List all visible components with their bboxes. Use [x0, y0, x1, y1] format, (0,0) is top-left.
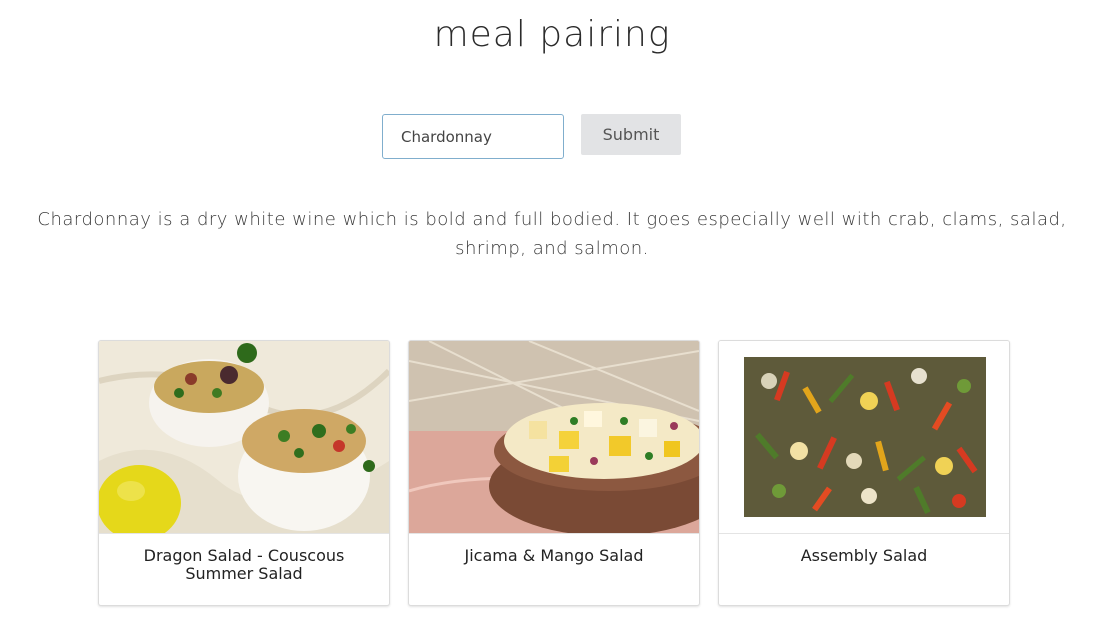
recipe-card[interactable]: Assembly Salad	[718, 340, 1010, 606]
submit-button[interactable]: Submit	[581, 114, 681, 155]
recipe-title: Dragon Salad - Couscous Summer Salad	[143, 546, 345, 583]
pairing-description: Chardonnay is a dry white wine which is …	[37, 209, 1067, 259]
recipe-card[interactable]: Dragon Salad - Couscous Summer Salad	[98, 340, 390, 606]
couscous-salad-photo	[99, 341, 389, 534]
recipe-title: Assembly Salad	[800, 546, 928, 565]
wine-search-input[interactable]	[382, 114, 564, 159]
page-title: meal pairing	[433, 14, 671, 55]
page: meal pairing Submit Chardonnay is a dry …	[0, 0, 1114, 622]
recipe-card-list: Dragon Salad - Couscous Summer Salad Jic…	[98, 340, 1010, 606]
jicama-mango-salad-photo	[409, 341, 699, 534]
recipe-title: Jicama & Mango Salad	[464, 546, 644, 565]
assembly-salad-photo	[719, 341, 1009, 534]
recipe-card[interactable]: Jicama & Mango Salad	[408, 340, 700, 606]
